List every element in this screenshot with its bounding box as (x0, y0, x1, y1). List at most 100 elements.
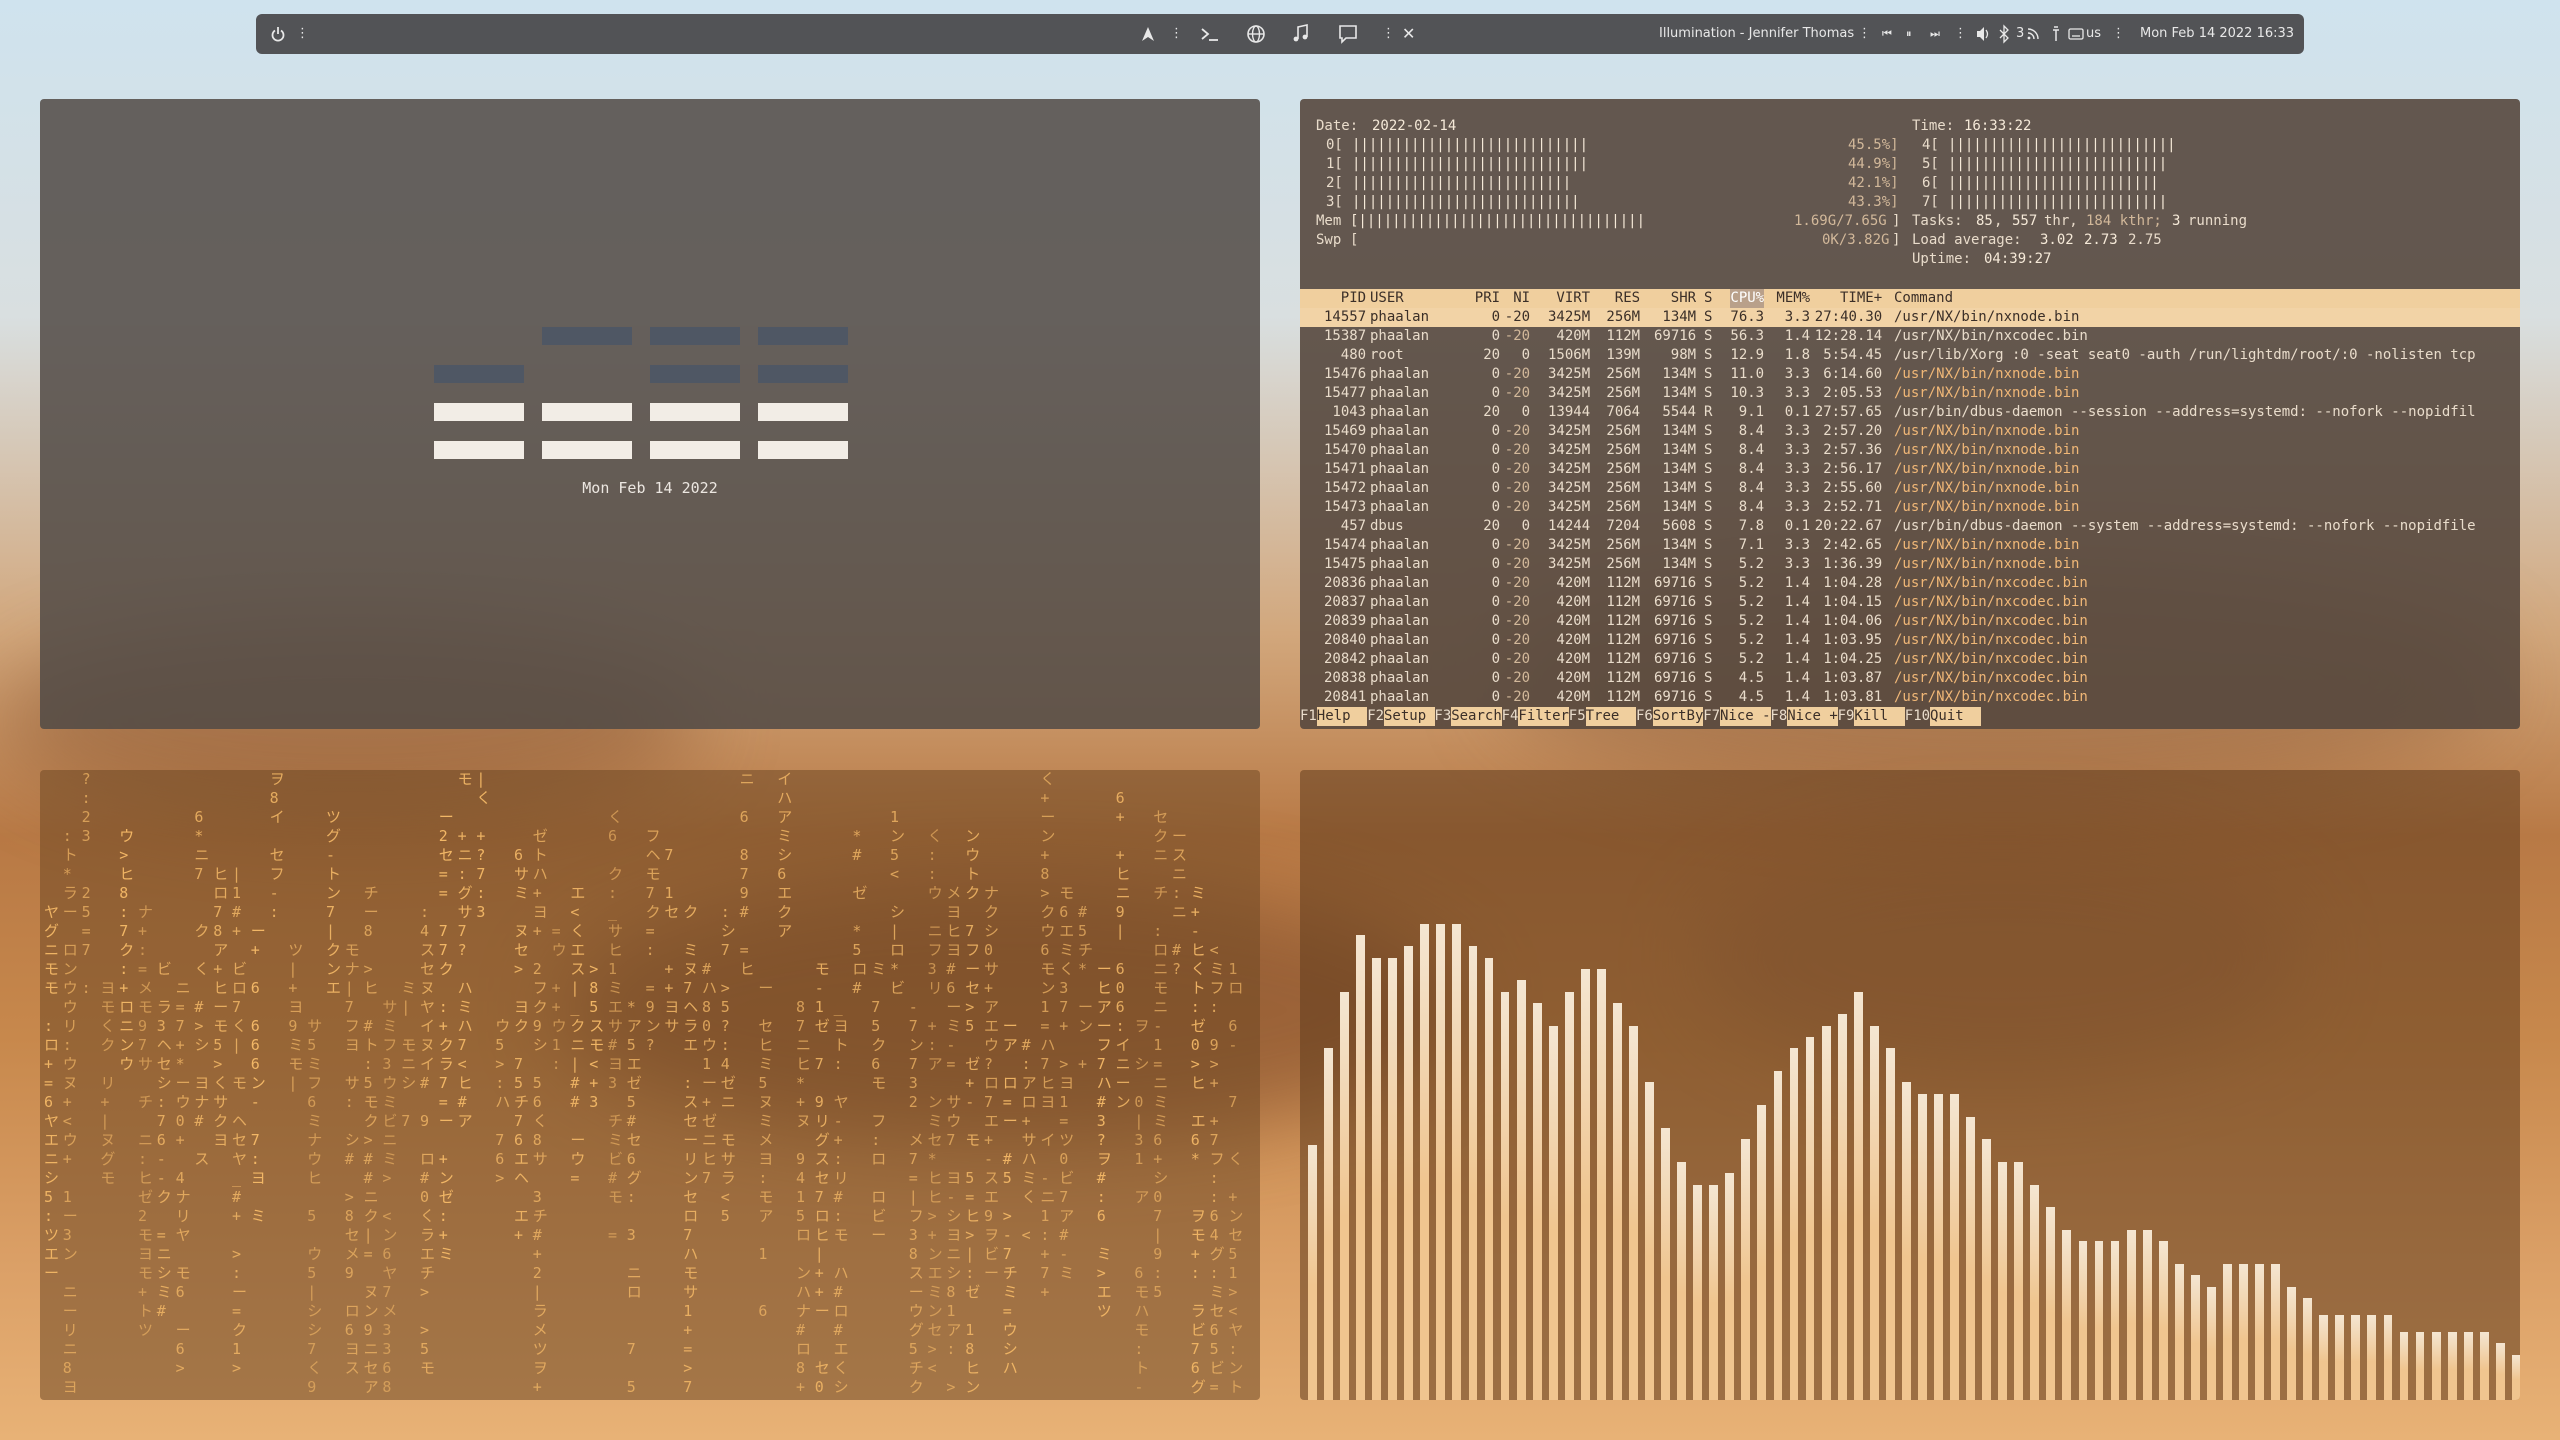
process-cell: phaalan (1370, 537, 1430, 553)
process-cell: 112M (1606, 575, 1641, 591)
fkey-f3[interactable]: F3 (1434, 707, 1451, 726)
fkey-label-f2[interactable]: Setup (1384, 707, 1435, 726)
process-row[interactable]: 20840 phaalan 0 -20 420M 112M 69716 S 5.2 1.4 1:03… (1300, 631, 2520, 650)
skip-back-icon[interactable]: ⏮ (1882, 14, 1892, 54)
process-cell: 0 (1491, 423, 1501, 439)
process-row[interactable]: 15472 phaalan 0 -20 3425M 256M 134M S 8.4 3.3 2:55… (1300, 479, 2520, 498)
process-row[interactable]: 14557 phaalan 0 -20 3425M 256M 134M S 76.3 3.3 27:… (1300, 308, 2520, 327)
column-header-shr[interactable]: SHR (1671, 289, 1696, 308)
visualizer-bar (2142, 1229, 2152, 1400)
fkey-f1[interactable]: F1 (1300, 707, 1317, 726)
process-cell: phaalan (1370, 309, 1430, 325)
process-row[interactable]: 20837 phaalan 0 -20 420M 112M 69716 S 5.2 1.4 1:04… (1300, 593, 2520, 612)
process-row[interactable]: 15387 phaalan 0 -20 420M 112M 69716 S 56.3 1.4 12:… (1300, 327, 2520, 346)
visualizer-bar (2303, 1297, 2313, 1400)
process-table-header[interactable]: PID USER PRI NI VIRT RES SHR S CPU% MEM% TIME+ Comm… (1300, 289, 2520, 308)
music-icon[interactable] (1292, 14, 1310, 54)
notification-count[interactable]: 3 (2016, 14, 2024, 54)
panel-datetime[interactable]: Mon Feb 14 2022 16:33 (2140, 14, 2294, 54)
process-row[interactable]: 457 dbus 20 0 14244 7204 5608 S 7.8 0.1 20:22.67/u… (1300, 517, 2520, 536)
terminal-icon[interactable] (1200, 14, 1220, 54)
process-row[interactable]: 20842 phaalan 0 -20 420M 112M 69716 S 5.2 1.4 1:04… (1300, 650, 2520, 669)
more-icon[interactable]: ⋮ (1954, 14, 1967, 54)
process-row[interactable]: 15475 phaalan 0 -20 3425M 256M 134M S 5.2 3.3 1:36… (1300, 555, 2520, 574)
column-header-s[interactable]: S (1704, 289, 1712, 308)
more-icon[interactable]: ⋮ (2112, 14, 2125, 54)
fkey-f2[interactable]: F2 (1367, 707, 1384, 726)
process-row[interactable]: 15469 phaalan 0 -20 3425M 256M 134M S 8.4 3.3 2:57… (1300, 422, 2520, 441)
now-playing[interactable]: Illumination - Jennifer Thomas (1659, 14, 1854, 54)
fkey-label-f4[interactable]: Filter (1518, 707, 1569, 726)
process-row[interactable]: 1043 phaalan 20 0 13944 7064 5544 R 9.1 0.1 27:57.… (1300, 403, 2520, 422)
fkey-label-f10[interactable]: Quit (1930, 707, 1981, 726)
fkey-label-f8[interactable]: Nice + (1787, 707, 1838, 726)
process-cell: /usr/lib/Xorg :0 -seat seat0 -auth /run/… (1894, 347, 2476, 363)
fkey-f9[interactable]: F9 (1838, 707, 1855, 726)
column-header-pri[interactable]: PRI (1475, 289, 1500, 308)
arch-icon[interactable] (1140, 14, 1156, 54)
process-cell: 15477 (1324, 385, 1367, 401)
wifi-icon[interactable] (2026, 14, 2040, 54)
fkey-f7[interactable]: F7 (1703, 707, 1720, 726)
fkey-f10[interactable]: F10 (1905, 707, 1930, 726)
process-row[interactable]: 20838 phaalan 0 -20 420M 112M 69716 S 4.5 1.4 1:03… (1300, 669, 2520, 688)
process-cell: 10.3 (1730, 385, 1765, 401)
column-header-ni[interactable]: NI (1513, 289, 1530, 308)
process-row[interactable]: 20836 phaalan 0 -20 420M 112M 69716 S 5.2 1.4 1:04… (1300, 574, 2520, 593)
fkey-f8[interactable]: F8 (1770, 707, 1787, 726)
column-header-user[interactable]: USER (1370, 289, 1404, 308)
process-row[interactable]: 15470 phaalan 0 -20 3425M 256M 134M S 8.4 3.3 2:57… (1300, 441, 2520, 460)
more-icon[interactable]: ⋮ (1382, 14, 1395, 54)
globe-icon[interactable] (1246, 14, 1266, 54)
visualizer-bar (1661, 1127, 1670, 1400)
fkey-f5[interactable]: F5 (1569, 707, 1586, 726)
process-row[interactable]: 15473 phaalan 0 -20 3425M 256M 134M S 8.4 3.3 2:52… (1300, 498, 2520, 517)
power-icon[interactable] (270, 14, 286, 54)
fkey-f6[interactable]: F6 (1636, 707, 1653, 726)
process-cell: /usr/NX/bin/nxnode.bin (1894, 556, 2080, 572)
matrix-column: 6 + + ヒ ニ 9 | 6 0 6 : イ ニ ー ン (1115, 789, 1131, 1111)
process-cell: -20 (1504, 366, 1531, 382)
pause-icon[interactable]: ⏸ (1906, 14, 1912, 54)
more-icon[interactable]: ⋮ (1170, 14, 1183, 54)
process-cell: 14557 (1324, 309, 1367, 325)
network-icon[interactable] (2050, 14, 2062, 54)
column-header-mem[interactable]: MEM% (1776, 289, 1810, 308)
process-row[interactable]: 15471 phaalan 0 -20 3425M 256M 134M S 8.4 3.3 2:56… (1300, 460, 2520, 479)
volume-icon[interactable] (1976, 14, 1990, 54)
bluetooth-icon[interactable] (1998, 14, 2010, 54)
fkey-label-f3[interactable]: Search (1451, 707, 1502, 726)
more-icon[interactable]: ⋮ (296, 14, 309, 54)
column-header-pid[interactable]: PID (1341, 289, 1366, 308)
skip-forward-icon[interactable]: ⏭ (1930, 14, 1940, 54)
keyboard-layout[interactable]: us (2086, 14, 2101, 54)
column-header-cpu[interactable]: CPU% (1730, 289, 1765, 308)
fkey-label-f9[interactable]: Kill (1854, 707, 1905, 726)
process-row[interactable]: 15474 phaalan 0 -20 3425M 256M 134M S 7.1 3.3 2:42… (1300, 536, 2520, 555)
fkey-f4[interactable]: F4 (1502, 707, 1519, 726)
process-row[interactable]: 480 root 20 0 1506M 139M 98M S 12.9 1.8 5:54.45/us… (1300, 346, 2520, 365)
process-cell: 98M (1670, 347, 1697, 363)
column-header-command[interactable]: Command (1894, 289, 1953, 308)
fkey-label-f5[interactable]: Tree (1585, 707, 1637, 726)
process-cell: /usr/NX/bin/nxcodec.bin (1894, 613, 2088, 629)
process-row[interactable]: 20841 phaalan 0 -20 420M 112M 69716 S 4.5 1.4 1:03… (1300, 688, 2520, 707)
cpu-bar: |||||||||||||||||||||||||| (1948, 194, 2168, 210)
fkey-label-f6[interactable]: SortBy (1652, 707, 1704, 726)
column-header-virt[interactable]: VIRT (1556, 289, 1590, 308)
fkey-label-f1[interactable]: Help (1316, 707, 1368, 726)
process-cell: 3425M (1548, 366, 1591, 382)
keyboard-icon[interactable] (2068, 14, 2084, 54)
column-header-res[interactable]: RES (1615, 289, 1640, 308)
column-header-time[interactable]: TIME+ (1840, 289, 1882, 308)
fkey-label-f7[interactable]: Nice - (1720, 707, 1771, 726)
process-row[interactable]: 20839 phaalan 0 -20 420M 112M 69716 S 5.2 1.4 1:04… (1300, 612, 2520, 631)
more-icon[interactable]: ⋮ (1858, 14, 1871, 54)
matrix-column: ウ > ヒ 8 : 7 ク : + ロ ニ ン ウ (119, 827, 135, 1073)
close-icon[interactable]: ✕ (1402, 14, 1415, 54)
visualizer-bar (1436, 923, 1446, 1400)
chat-icon[interactable] (1338, 14, 1358, 54)
process-row[interactable]: 15477 phaalan 0 -20 3425M 256M 134M S 10.3 3.3 2:0… (1300, 384, 2520, 403)
process-cell: phaalan (1370, 480, 1430, 496)
process-row[interactable]: 15476 phaalan 0 -20 3425M 256M 134M S 11.0 3.3 6:1… (1300, 365, 2520, 384)
